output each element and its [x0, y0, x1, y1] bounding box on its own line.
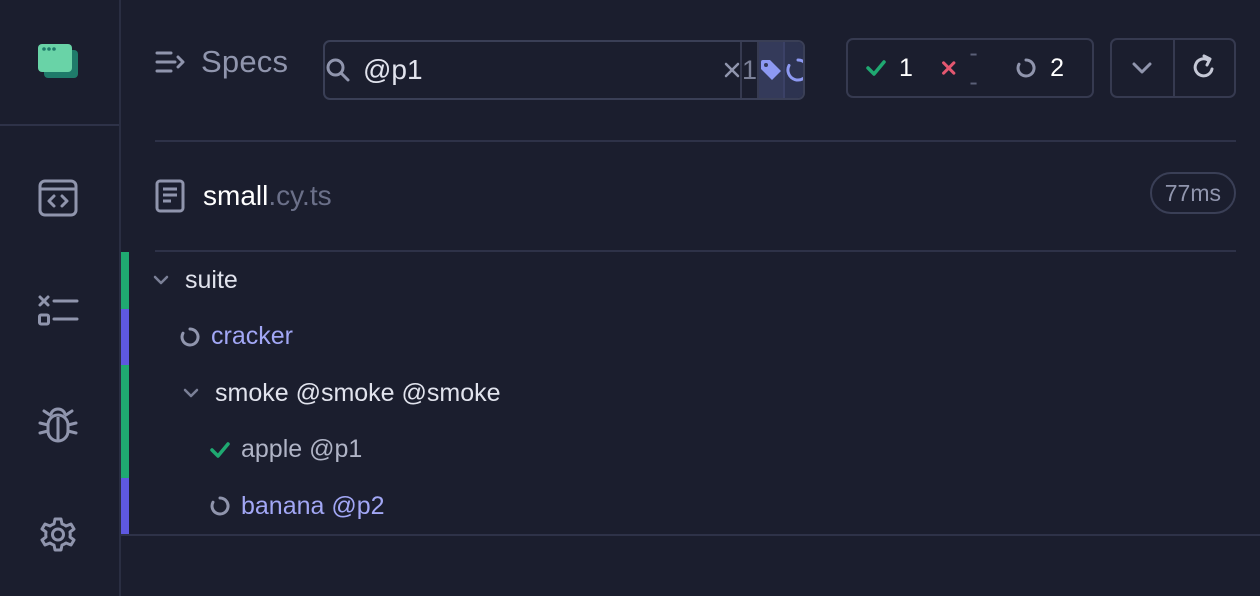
- tag-filter-button[interactable]: [757, 42, 784, 98]
- header-divider: [155, 140, 1236, 142]
- pending-count: 2: [1050, 53, 1064, 82]
- specs-nav-button[interactable]: [36, 176, 80, 220]
- tree-row-suite[interactable]: suite: [121, 252, 1260, 309]
- tag-icon: [761, 60, 782, 80]
- runs-nav-button[interactable]: [36, 288, 80, 332]
- chevron-down-icon: [1132, 62, 1152, 74]
- spec-file-ext: .cy.ts: [268, 180, 332, 211]
- check-icon: [866, 60, 886, 76]
- passed-count: 1: [899, 53, 913, 82]
- pass-status-bar: [121, 252, 129, 309]
- tree-row-test[interactable]: apple @p1: [121, 421, 1260, 478]
- clear-search-button[interactable]: [724, 42, 740, 98]
- pending-status-bar: [121, 308, 129, 365]
- x-icon: [941, 61, 956, 75]
- tree-bottom-divider: [121, 534, 1260, 536]
- spec-search: 1: [323, 40, 805, 100]
- runs-list-icon: [38, 295, 79, 326]
- code-window-icon: [38, 179, 78, 217]
- tree-row-test[interactable]: banana @p2: [121, 478, 1260, 535]
- pending-stat: 2: [1015, 54, 1064, 83]
- pass-status-bar: [121, 365, 129, 422]
- logo-area: [0, 0, 119, 126]
- bug-icon: [38, 407, 78, 443]
- search-input[interactable]: [351, 42, 724, 98]
- pending-spinner-icon: [1016, 58, 1036, 78]
- specs-menu-icon: [155, 51, 185, 73]
- failed-stat: --: [941, 39, 987, 97]
- test-label: cracker: [211, 322, 293, 351]
- sidebar: [0, 0, 121, 596]
- main-panel: Specs 1: [121, 0, 1260, 596]
- check-icon: [209, 441, 231, 459]
- collapse-toggle-button[interactable]: [1112, 40, 1173, 96]
- test-tree: suite cracker smoke @smoke @smoke apple …: [121, 252, 1260, 535]
- specs-title: Specs: [155, 44, 288, 80]
- settings-nav-button[interactable]: [36, 512, 80, 556]
- tree-row-test[interactable]: cracker: [121, 308, 1260, 365]
- rerun-button[interactable]: [1172, 40, 1234, 96]
- test-label: banana @p2: [241, 491, 385, 520]
- debug-nav-button[interactable]: [36, 402, 80, 446]
- header-actions: [1110, 38, 1236, 98]
- specs-header: Specs 1: [121, 0, 1260, 140]
- test-stats: 1 -- 2: [846, 38, 1094, 98]
- document-icon: [155, 179, 185, 213]
- test-label: apple @p1: [241, 435, 363, 464]
- chevron-down-icon[interactable]: [181, 387, 201, 399]
- passed-stat: 1: [866, 54, 913, 83]
- suite-label: smoke @smoke @smoke: [215, 378, 501, 407]
- failed-count: --: [969, 39, 980, 96]
- app-logo-icon: [38, 44, 78, 78]
- chevron-down-icon[interactable]: [151, 274, 171, 286]
- tree-row-suite[interactable]: smoke @smoke @smoke: [121, 365, 1260, 422]
- pending-status-bar: [121, 478, 129, 535]
- page-title: Specs: [201, 44, 289, 79]
- spec-file-row[interactable]: small .cy.ts 77ms: [155, 160, 1236, 232]
- spinner-icon: [786, 58, 803, 82]
- close-icon: [724, 62, 740, 78]
- refresh-icon: [1194, 54, 1214, 78]
- running-filter-button[interactable]: [783, 42, 803, 98]
- gear-icon: [40, 517, 76, 552]
- pending-icon: [179, 326, 201, 348]
- pass-status-bar: [121, 421, 129, 478]
- duration-badge: 77ms: [1149, 172, 1236, 214]
- pending-icon: [209, 495, 231, 517]
- match-count: 1: [740, 42, 757, 98]
- suite-label: suite: [185, 265, 238, 294]
- spec-file-name: small: [203, 180, 269, 211]
- search-icon: [325, 42, 351, 98]
